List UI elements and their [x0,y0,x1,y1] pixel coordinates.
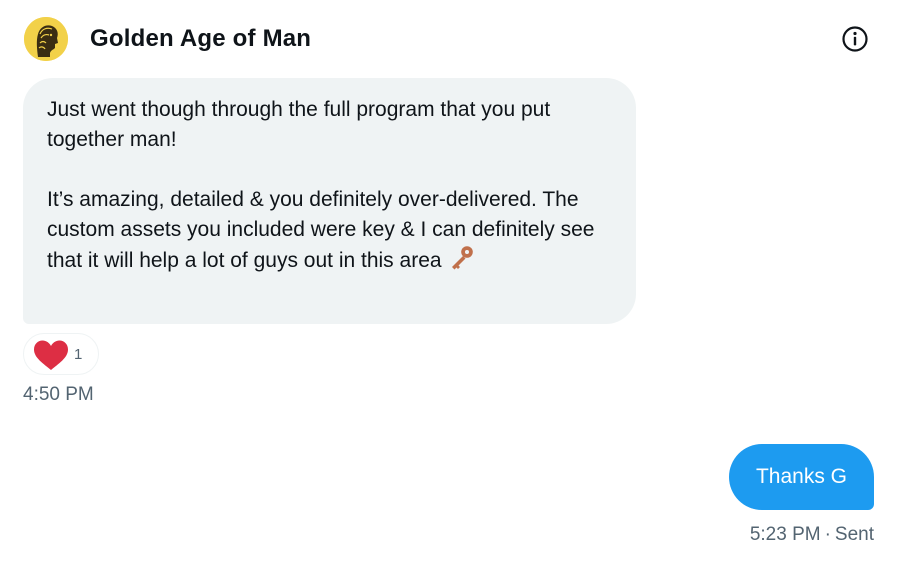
reaction-count: 1 [74,346,83,363]
key-emoji-icon [448,245,474,280]
avatar[interactable] [24,17,68,61]
info-circle-icon [842,26,868,52]
message-status: Sent [834,524,874,545]
outgoing-message-bubble[interactable]: Thanks G [729,444,874,510]
message-timestamp: 5:23 PM [749,524,821,545]
message-paragraph: Just went though through the full progra… [47,98,551,151]
reaction-badge[interactable]: 1 [23,333,99,375]
outgoing-message-meta: 5:23 PM · Sent [750,524,874,546]
golden-bust-avatar-icon [24,17,68,61]
meta-separator: · [824,524,831,545]
red-heart-icon [34,340,68,370]
message-timestamp: 4:50 PM [23,384,94,405]
message-paragraph: It’s amazing, detailed & you definitely … [47,185,612,280]
chat-header: Golden Age of Man [0,0,898,78]
info-button[interactable] [840,24,870,54]
chat-title[interactable]: Golden Age of Man [90,23,311,55]
outgoing-message-text: Thanks G [755,465,848,488]
incoming-message-bubble[interactable]: Just went though through the full progra… [23,78,636,324]
message-paragraph-text: It’s amazing, detailed & you definitely … [47,188,595,272]
